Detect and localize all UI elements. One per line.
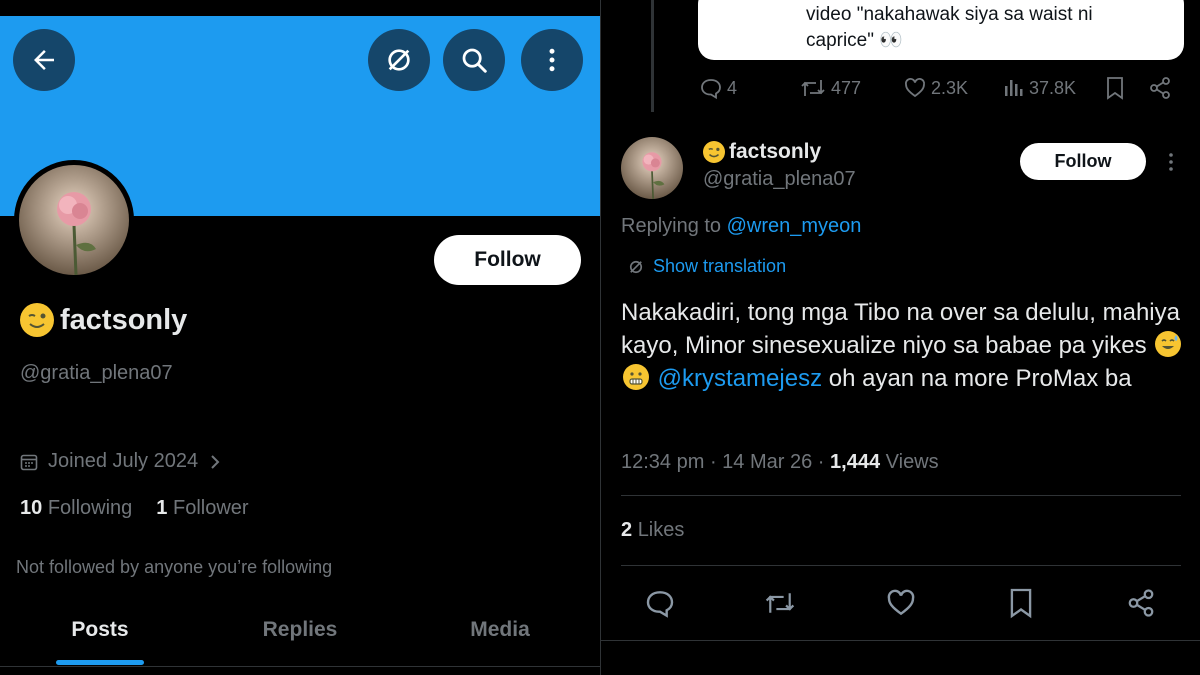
calendar-icon bbox=[20, 454, 38, 470]
tweet-author-avatar[interactable] bbox=[621, 137, 683, 199]
tweet-likes[interactable]: 2 Likes bbox=[621, 519, 684, 542]
tweet-text-part1: Nakakadiri, tong mga Tibo na over sa del… bbox=[621, 299, 1180, 359]
followers-count: 1 bbox=[156, 497, 168, 519]
views-icon bbox=[1005, 80, 1023, 96]
tweet-text-part2: oh ayan na more ProMax ba bbox=[828, 365, 1132, 392]
more-vertical-icon bbox=[1169, 153, 1173, 171]
tweet-author-name[interactable]: factsonly bbox=[703, 140, 821, 164]
joined-date[interactable]: Joined July 2024 bbox=[20, 450, 222, 473]
divider bbox=[621, 565, 1181, 566]
quoted-text-line2: caprice" 👀 bbox=[806, 30, 903, 51]
following-label: Following bbox=[47, 497, 133, 519]
tweet-time[interactable]: 12:34 pm bbox=[621, 451, 704, 473]
parent-like-button[interactable]: 2.3K bbox=[903, 76, 968, 100]
reply-icon bbox=[646, 591, 674, 618]
tweet-author-display-name: factsonly bbox=[729, 140, 822, 163]
tab-posts[interactable]: Posts bbox=[0, 618, 200, 642]
parent-reply-button[interactable]: 4 bbox=[699, 76, 737, 100]
profile-panel: Follow factsonly @gratia_plena07 Joined … bbox=[0, 0, 600, 675]
rose-avatar-image bbox=[621, 137, 683, 199]
tweet-views-count: 1,444 bbox=[830, 451, 881, 473]
profile-name: factsonly bbox=[20, 303, 187, 337]
tab-media[interactable]: Media bbox=[400, 618, 600, 642]
bookmark-icon bbox=[1010, 588, 1032, 619]
share-icon bbox=[1150, 77, 1170, 99]
more-vertical-icon bbox=[549, 48, 555, 72]
tweet-more-button[interactable] bbox=[1163, 150, 1179, 174]
bookmark-button[interactable] bbox=[1004, 586, 1038, 620]
rose-avatar-image bbox=[19, 165, 129, 275]
wink-emoji-icon bbox=[703, 141, 725, 163]
show-translation-label: Show translation bbox=[653, 256, 787, 276]
more-button[interactable] bbox=[521, 29, 583, 91]
search-icon bbox=[462, 48, 487, 73]
parent-like-count: 2.3K bbox=[931, 77, 969, 98]
divider bbox=[621, 495, 1181, 496]
share-button[interactable] bbox=[1124, 586, 1158, 620]
not-followed-note: Not followed by anyone you’re following bbox=[16, 557, 333, 577]
follow-button[interactable]: Follow bbox=[434, 235, 581, 285]
next-reply-preview bbox=[601, 640, 1200, 675]
following-link[interactable]: 10 Following bbox=[20, 497, 132, 520]
parent-views-count: 37.8K bbox=[1029, 77, 1077, 98]
parent-tweet-actions: 4 477 2.3K 37.8K bbox=[601, 76, 1200, 104]
parent-share-button[interactable] bbox=[1148, 76, 1172, 100]
follow-stats: 10 Following 1 Follower bbox=[20, 497, 249, 520]
tweet-likes-count: 2 bbox=[621, 519, 633, 541]
following-count: 10 bbox=[20, 497, 43, 519]
replying-prefix: Replying to bbox=[621, 215, 722, 237]
parent-views-button[interactable]: 37.8K bbox=[1003, 76, 1076, 100]
tweet-author-handle[interactable]: @gratia_plena07 bbox=[703, 168, 856, 191]
profile-avatar[interactable] bbox=[14, 160, 134, 280]
repost-button[interactable] bbox=[763, 586, 797, 620]
like-icon bbox=[905, 78, 925, 98]
replying-to: Replying to @wren_myeon bbox=[621, 215, 861, 238]
tweet-follow-button[interactable]: Follow bbox=[1020, 143, 1146, 180]
tweet-detail-panel: video "nakahawak siya sa waist ni capric… bbox=[600, 0, 1200, 675]
followers-label: Follower bbox=[172, 497, 249, 519]
parent-reply-count: 4 bbox=[727, 77, 738, 98]
profile-display-name: factsonly bbox=[60, 303, 188, 336]
translate-button[interactable] bbox=[368, 29, 430, 91]
repost-icon bbox=[765, 593, 795, 613]
share-icon bbox=[1128, 589, 1154, 617]
chevron-right-icon bbox=[211, 454, 220, 469]
quoted-media-card[interactable]: video "nakahawak siya sa waist ni capric… bbox=[698, 0, 1184, 60]
sweat-smile-emoji-icon bbox=[1155, 331, 1182, 357]
quoted-text-line1: video "nakahawak siya sa waist ni bbox=[806, 4, 1093, 25]
joined-label: Joined July 2024 bbox=[48, 450, 199, 472]
tweet-views-label: Views bbox=[885, 451, 939, 473]
reply-button[interactable] bbox=[643, 586, 677, 620]
active-tab-indicator bbox=[56, 660, 144, 665]
grimace-emoji-icon bbox=[623, 364, 649, 390]
like-icon bbox=[887, 589, 915, 616]
tweet-date[interactable]: 14 Mar 26 bbox=[722, 451, 812, 473]
translate-icon bbox=[629, 260, 643, 273]
show-translation-link[interactable]: Show translation bbox=[627, 256, 786, 277]
repost-icon bbox=[801, 80, 825, 96]
tweet-mention-link[interactable]: @krystamejesz bbox=[658, 365, 822, 392]
replying-to-link[interactable]: @wren_myeon bbox=[727, 215, 862, 237]
followers-link[interactable]: 1 Follower bbox=[156, 497, 248, 520]
wink-emoji-icon bbox=[20, 303, 54, 337]
tweet-meta: 12:34 pm · 14 Mar 26 · 1,444 Views bbox=[621, 451, 939, 473]
translate-icon bbox=[388, 49, 410, 71]
back-button[interactable] bbox=[13, 29, 75, 91]
tab-replies[interactable]: Replies bbox=[200, 618, 400, 642]
parent-repost-button[interactable]: 477 bbox=[799, 76, 861, 100]
tweet-body: Nakakadiri, tong mga Tibo na over sa del… bbox=[621, 296, 1191, 395]
profile-tabs: Posts Replies Media bbox=[0, 600, 600, 667]
bookmark-icon bbox=[1107, 77, 1123, 100]
back-arrow-icon bbox=[34, 50, 54, 70]
profile-handle: @gratia_plena07 bbox=[20, 362, 173, 384]
like-button[interactable] bbox=[884, 586, 918, 620]
reply-icon bbox=[701, 79, 721, 100]
tweet-likes-label: Likes bbox=[637, 519, 685, 541]
search-button[interactable] bbox=[443, 29, 505, 91]
parent-repost-count: 477 bbox=[831, 77, 862, 98]
parent-bookmark-button[interactable] bbox=[1105, 76, 1125, 100]
